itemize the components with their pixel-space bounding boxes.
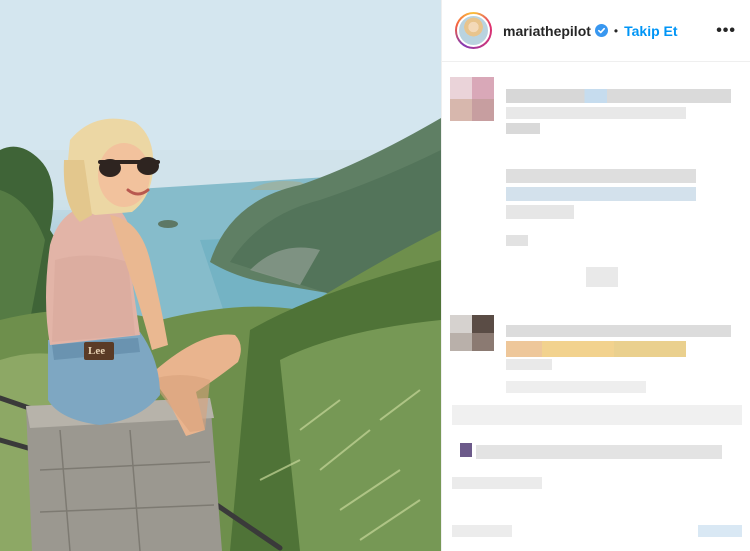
comment-text xyxy=(506,89,731,103)
more-options-icon[interactable]: ••• xyxy=(716,22,736,40)
footer-action[interactable] xyxy=(698,525,742,537)
load-more-replies[interactable] xyxy=(586,267,618,287)
post-photo[interactable]: Lee xyxy=(0,0,441,551)
comment-text xyxy=(452,405,742,425)
avatar[interactable] xyxy=(455,12,492,49)
avatar-image xyxy=(457,14,490,47)
header-separator: • xyxy=(613,23,619,38)
comment-text xyxy=(506,169,696,183)
post-photo-scene xyxy=(0,0,441,551)
brand-patch-label: Lee xyxy=(88,345,106,357)
post-side-panel: mariathepilot • Takip Et ••• xyxy=(441,0,750,551)
comment-avatar[interactable] xyxy=(450,315,494,351)
username-link[interactable]: mariathepilot xyxy=(503,23,591,39)
comment-avatar[interactable] xyxy=(450,77,494,121)
verified-badge-icon xyxy=(594,24,608,37)
follow-button[interactable]: Takip Et xyxy=(624,23,677,39)
post-header: mariathepilot • Takip Et ••• xyxy=(442,0,750,62)
comment-text xyxy=(506,325,731,337)
comments-area xyxy=(442,63,750,551)
